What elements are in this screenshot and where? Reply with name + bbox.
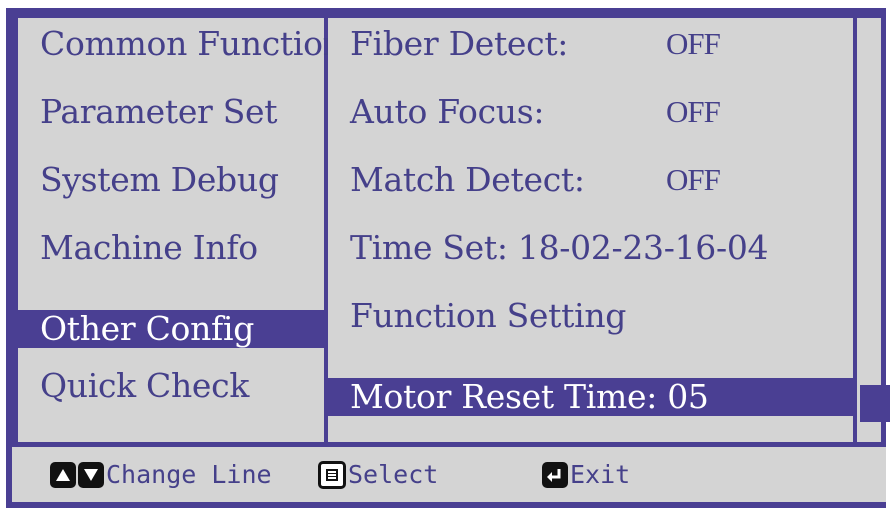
setting-time-set[interactable]: Time Set: 18-02-23-16-04: [328, 224, 853, 272]
menu-item-label: Quick Check: [40, 366, 250, 405]
setting-label: Time Set: 18-02-23-16-04: [350, 228, 769, 267]
menu-item-system-debug[interactable]: System Debug: [18, 156, 324, 204]
menu-icon: [318, 460, 346, 489]
hint-change-line: Change Line: [50, 447, 272, 502]
setting-value: OFF: [666, 162, 721, 197]
menu-item-label: Common Function: [40, 24, 344, 63]
setting-function-setting[interactable]: Function Setting: [328, 292, 853, 340]
up-arrow-icon: [50, 461, 76, 488]
setting-match-detect[interactable]: Match Detect: OFF: [328, 156, 853, 204]
menu-item-label: Other Config: [40, 309, 255, 348]
menu-item-label: System Debug: [40, 160, 279, 199]
down-arrow-icon: [78, 461, 104, 488]
setting-value: OFF: [666, 26, 721, 61]
main-menu: Common Function Parameter Set System Deb…: [18, 18, 344, 442]
setting-label: Match Detect:: [350, 160, 585, 199]
setting-label: Fiber Detect:: [350, 24, 569, 63]
scrollbar-track[interactable]: [857, 18, 881, 442]
menu-item-machine-info[interactable]: Machine Info: [18, 224, 324, 272]
scrollbar-thumb[interactable]: [860, 385, 890, 422]
menu-item-parameter-set[interactable]: Parameter Set: [18, 88, 324, 136]
menu-item-label: Parameter Set: [40, 92, 278, 131]
setting-label: Motor Reset Time: 05: [350, 377, 709, 416]
setting-label: Function Setting: [350, 296, 627, 335]
menu-item-label: Machine Info: [40, 228, 258, 267]
setting-label: Auto Focus:: [350, 92, 545, 131]
menu-item-common-function[interactable]: Common Function: [18, 20, 344, 68]
menu-item-other-config[interactable]: Other Config: [18, 310, 324, 348]
hint-exit: Exit: [542, 447, 630, 502]
status-bar: Change Line Select Exit: [12, 447, 886, 502]
setting-auto-focus[interactable]: Auto Focus: OFF: [328, 88, 853, 136]
device-screen: Common Function Parameter Set System Deb…: [6, 8, 890, 508]
return-icon: [542, 461, 568, 488]
hint-label: Exit: [570, 460, 631, 489]
hint-select: Select: [318, 447, 438, 502]
setting-fiber-detect[interactable]: Fiber Detect: OFF: [328, 20, 853, 68]
settings-panel: Fiber Detect: OFF Auto Focus: OFF Match …: [328, 18, 853, 442]
hint-label: Select: [348, 460, 439, 489]
setting-value: OFF: [666, 94, 721, 129]
setting-motor-reset-time[interactable]: Motor Reset Time: 05: [328, 378, 853, 416]
hint-label: Change Line: [106, 460, 272, 489]
menu-item-quick-check[interactable]: Quick Check: [18, 362, 324, 410]
